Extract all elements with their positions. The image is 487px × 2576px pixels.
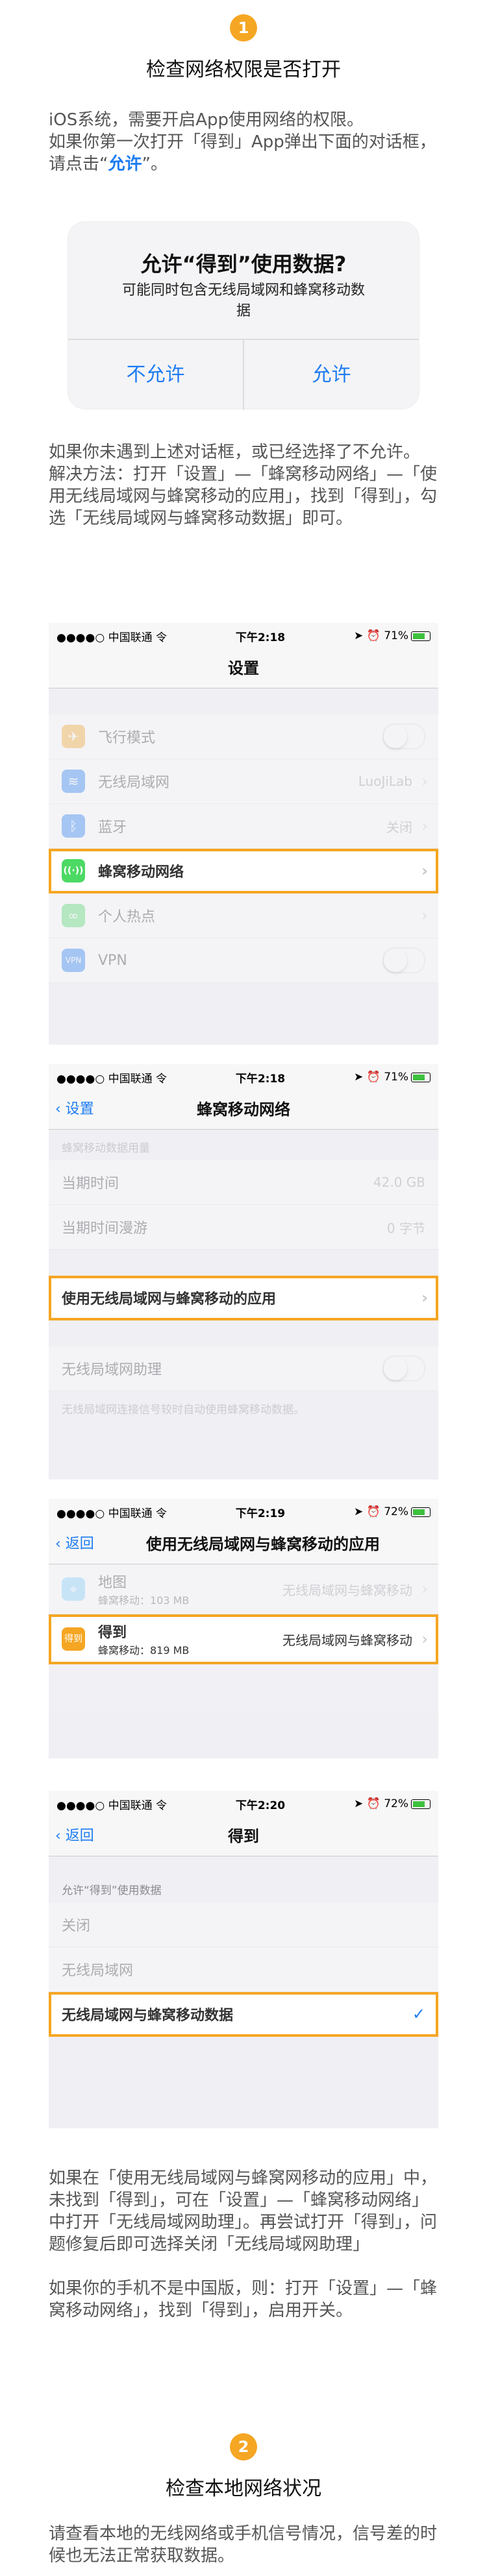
back-button[interactable]: ‹ 返回	[55, 1817, 94, 1856]
vpn-toggle[interactable]	[382, 947, 425, 973]
option-wlan[interactable]: 无线局域网	[49, 1947, 438, 1992]
intro-text: iOS系统，需要开启App使用网络的权限。	[49, 110, 364, 130]
intro-text-2: 如果你第一次打开「得到」App弹出下面的对话框，请点击“允许”。	[49, 132, 436, 174]
non-china-text: 如果你的手机不是中国版，则：打开「设置」—「蜂窝移动网络」，找到「得到」，启用开…	[49, 2279, 438, 2320]
row-app-maps[interactable]: ⌖ 地图 蜂窝移动：103 MB 无线局域网与蜂窝移动 ›	[49, 1564, 438, 1614]
step-number-badge-2: 2	[230, 2433, 257, 2461]
alert-message: 可能同时包含无线局域网和蜂窝移动数 据	[121, 282, 365, 319]
airplane-toggle[interactable]	[382, 723, 425, 749]
status-bar: ●●●●○ 中国联通 令下午2:20 ➤ ⏰ 72%	[49, 1791, 438, 1817]
nav-title: 得到	[228, 1827, 259, 1845]
nav-title: 使用无线局域网与蜂窝移动的应用	[146, 1535, 380, 1553]
row-bluetooth[interactable]: ᛒ 蓝牙 关闭 ›	[49, 804, 438, 849]
nav-title: 设置	[228, 659, 259, 677]
deny-button[interactable]: 不允许	[68, 340, 244, 410]
status-bar: ●●●●○ 中国联通 令下午2:18 ➤ ⏰ 71%	[49, 623, 438, 649]
option-off[interactable]: 关闭	[49, 1902, 438, 1947]
row-airplane[interactable]: ✈ 飞行模式	[49, 714, 438, 759]
section-header: 蜂窝移动数据用量	[62, 1142, 150, 1155]
bluetooth-icon: ᛒ	[62, 814, 85, 838]
step-title: 检查网络权限是否打开	[146, 58, 341, 81]
row-cellular[interactable]: ((·)) 蜂窝移动网络 ›	[49, 849, 438, 893]
checkmark-icon: ✓	[412, 2005, 425, 2023]
wifi-assist-toggle[interactable]	[382, 1355, 425, 1381]
status-bar: ●●●●○ 中国联通 令下午2:18 ➤ ⏰ 71%	[49, 1064, 438, 1090]
assist-text: 如果在「使用无线局域网与蜂窝网移动的应用」中，未找到「得到」，可在「设置」—「蜂…	[49, 2169, 438, 2254]
airplane-icon: ✈	[62, 725, 85, 748]
dedao-app-icon: 得到	[62, 1627, 85, 1651]
row-app-next[interactable]	[49, 1664, 438, 1714]
solution-text: 解决方法：打开「设置」—「蜂窝移动网络」—「使用无线局域网与蜂窝移动的应用」，找…	[49, 465, 438, 528]
row-roaming: 当期时间漫游 0 字节	[49, 1205, 438, 1250]
wifi-icon: ≋	[62, 770, 85, 793]
network-status-text: 请查看本地的无线网络或手机信号情况，信号差的时候也无法正常获取数据。	[49, 2524, 438, 2566]
row-wlan-cellular-apps[interactable]: 使用无线局域网与蜂窝移动的应用 ›	[49, 1276, 438, 1320]
assist-note: 无线局域网连接信号较时自动使用蜂窝移动数据。	[62, 1403, 305, 1416]
hotspot-icon: ∞	[62, 904, 85, 927]
option-wlan-cellular[interactable]: 无线局域网与蜂窝移动数据 ✓	[49, 1992, 438, 2037]
back-button[interactable]: ‹ 返回	[55, 1525, 94, 1564]
status-bar: ●●●●○ 中国联通 令下午2:19 ➤ ⏰ 72%	[49, 1499, 438, 1525]
settings-screen: ●●●●○ 中国联通 令下午2:18 ➤ ⏰ 71% 设置 ✈ 飞行模式 ≋ 无…	[49, 623, 438, 1045]
section-header: 允许“得到”使用数据	[62, 1884, 162, 1897]
vpn-icon: VPN	[62, 949, 85, 972]
cellular-icon: ((·))	[62, 859, 85, 882]
nav-title: 蜂窝移动网络	[197, 1100, 290, 1119]
permission-alert: 允许“得到”使用数据? 可能同时包含无线局域网和蜂窝移动数 据 不允许 允许	[68, 222, 419, 410]
step-title-2: 检查本地网络状况	[166, 2477, 321, 2500]
cellular-screen: ●●●●○ 中国联通 令下午2:18 ➤ ⏰ 71% ‹ 设置 蜂窝移动网络 蜂…	[49, 1064, 438, 1479]
dedao-data-screen: ●●●●○ 中国联通 令下午2:20 ➤ ⏰ 72% ‹ 返回 得到 允许“得到…	[49, 1791, 438, 2128]
row-current-period: 当期时间 42.0 GB	[49, 1160, 438, 1205]
allow-button[interactable]: 允许	[244, 340, 419, 410]
fallback-text: 如果你未遇到上述对话框，或已经选择了不允许。	[49, 443, 421, 462]
back-button[interactable]: ‹ 设置	[55, 1090, 94, 1129]
maps-icon: ⌖	[62, 1577, 85, 1601]
row-app-dedao[interactable]: 得到 得到 蜂窝移动：819 MB 无线局域网与蜂窝移动 ›	[49, 1614, 438, 1664]
step-number-badge: 1	[230, 14, 257, 42]
row-hotspot[interactable]: ∞ 个人热点 ›	[49, 893, 438, 938]
row-wifi-assist[interactable]: 无线局域网助理	[49, 1346, 438, 1391]
alert-title: 允许“得到”使用数据?	[140, 252, 347, 276]
row-wifi[interactable]: ≋ 无线局域网 LuoJiLab ›	[49, 759, 438, 804]
row-vpn[interactable]: VPN VPN	[49, 938, 438, 983]
apps-screen: ●●●●○ 中国联通 令下午2:19 ➤ ⏰ 72% ‹ 返回 使用无线局域网与…	[49, 1499, 438, 1758]
